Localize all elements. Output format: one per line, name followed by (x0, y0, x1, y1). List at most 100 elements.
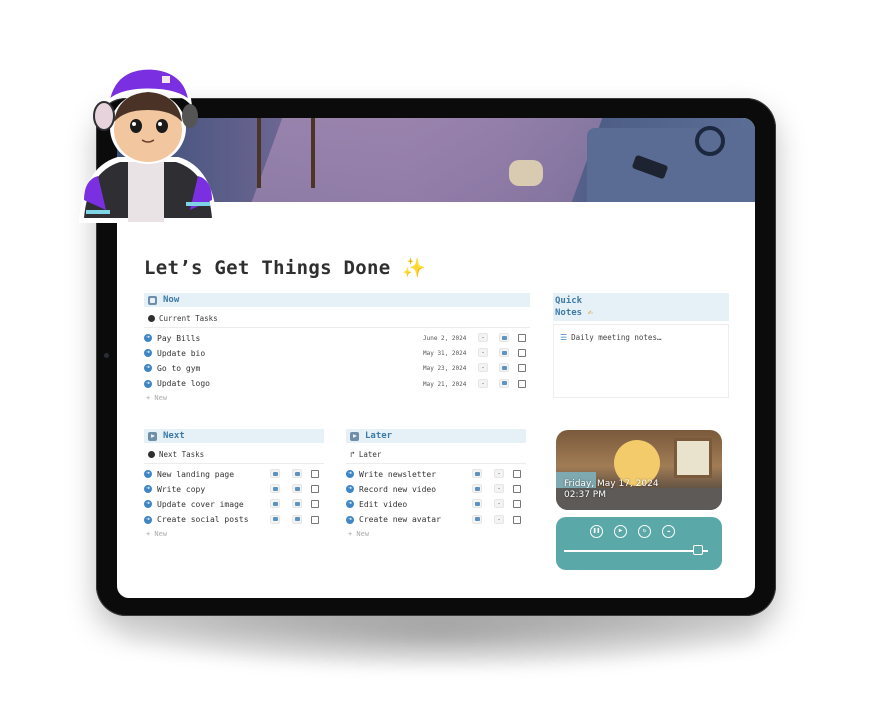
task-name[interactable]: Create social posts (157, 515, 249, 524)
task-status[interactable]: - (494, 469, 504, 478)
task-checkbox[interactable] (513, 485, 521, 494)
task-name[interactable]: New landing page (157, 470, 234, 479)
task-row[interactable]: ➜ Update bio May 31, 2024 - (144, 346, 530, 360)
task-name[interactable]: Update cover image (157, 500, 244, 509)
quick-note-item[interactable]: ☰ Daily meeting notes… (560, 333, 661, 342)
task-tag-icon[interactable] (472, 484, 482, 494)
new-task-button-now[interactable]: + New (146, 394, 167, 402)
task-tag-icon[interactable] (270, 484, 280, 494)
task-tag-icon[interactable] (472, 499, 482, 509)
arrow-right-circle-icon: ➜ (346, 500, 354, 509)
pause-icon[interactable]: ❚❚ (590, 525, 603, 538)
task-status[interactable]: - (478, 333, 488, 342)
task-row[interactable]: ➜ Go to gym May 23, 2024 - (144, 361, 530, 375)
task-name[interactable]: Write copy (157, 485, 205, 494)
task-row[interactable]: ➜ Create social posts (144, 513, 324, 527)
replay-icon[interactable]: ↻ (638, 525, 651, 538)
quick-notes-title-1: Quick (555, 296, 583, 306)
task-checkbox[interactable] (513, 515, 521, 524)
task-status[interactable]: - (478, 348, 488, 358)
task-checkbox[interactable] (311, 515, 319, 524)
task-tag-icon[interactable] (472, 469, 482, 478)
arrow-right-circle-icon: ➜ (144, 379, 152, 388)
arrow-right-circle-icon: ➜ (144, 470, 152, 478)
section-later-header[interactable]: Later (346, 429, 526, 443)
task-name[interactable]: Pay Bills (157, 334, 200, 343)
rain-sound-icon[interactable]: ☁ (662, 525, 675, 538)
section-later-title: Later (365, 431, 393, 441)
clock-readout: Friday, May 17, 2024 02:37 PM (564, 479, 659, 501)
task-status[interactable]: - (478, 378, 488, 388)
task-row[interactable]: ➜ Write newsletter - (346, 467, 526, 481)
task-checkbox[interactable] (311, 485, 319, 494)
task-row[interactable]: ➜ Pay Bills June 2, 2024 - (144, 331, 530, 345)
task-row[interactable]: ➜ Write copy (144, 482, 324, 496)
divider (144, 327, 530, 328)
task-row[interactable]: ➜ Update logo May 21, 2024 - (144, 377, 530, 391)
task-row[interactable]: ➜ Update cover image (144, 497, 324, 511)
task-row[interactable]: ➜ Edit video - (346, 497, 526, 511)
task-tag-icon[interactable] (499, 378, 509, 388)
cover-chair (257, 118, 315, 188)
task-tag-icon[interactable] (292, 469, 302, 478)
play-icon[interactable]: ▶ (614, 525, 627, 538)
divider (346, 463, 526, 464)
camera-dot (104, 353, 109, 358)
task-status[interactable]: - (478, 363, 488, 373)
task-status[interactable]: - (494, 499, 504, 509)
view-tab-label: Current Tasks (159, 314, 218, 323)
task-date: May 23, 2024 (423, 365, 467, 373)
task-row[interactable]: ➜ New landing page (144, 467, 324, 481)
section-next-title: Next (163, 431, 185, 441)
task-tag-icon[interactable] (292, 484, 302, 494)
task-name[interactable]: Update logo (157, 379, 210, 388)
task-name[interactable]: Edit video (359, 500, 407, 509)
task-checkbox[interactable] (518, 334, 526, 342)
task-checkbox[interactable] (311, 500, 319, 509)
task-status[interactable]: - (494, 514, 504, 524)
task-name[interactable]: Create new avatar (359, 515, 441, 524)
arrow-right-circle-icon: ➜ (144, 349, 152, 358)
progress-slider-thumb[interactable] (692, 545, 703, 555)
new-task-button-next[interactable]: + New (146, 530, 167, 538)
task-checkbox[interactable] (311, 470, 319, 478)
new-task-button-later[interactable]: + New (348, 530, 369, 538)
task-checkbox[interactable] (513, 500, 521, 509)
task-tag-icon[interactable] (270, 514, 280, 524)
task-name[interactable]: Update bio (157, 349, 205, 358)
task-tag-icon[interactable] (499, 333, 509, 342)
task-tag-icon[interactable] (292, 514, 302, 524)
arrow-right-circle-icon: ➜ (144, 334, 152, 342)
task-checkbox[interactable] (518, 364, 526, 373)
view-tab-label: Later (358, 450, 382, 459)
quick-notes-list: ☰ Daily meeting notes… (553, 324, 729, 398)
task-row[interactable]: ➜ Create new avatar - (346, 513, 526, 527)
quick-note-label: Daily meeting notes… (571, 333, 662, 342)
progress-slider-track[interactable] (564, 550, 708, 552)
task-checkbox[interactable] (513, 470, 521, 478)
view-tab-current-tasks[interactable]: Current Tasks (148, 314, 218, 323)
clock-icon (148, 315, 155, 322)
task-name[interactable]: Go to gym (157, 364, 200, 373)
task-name[interactable]: Record new video (359, 485, 436, 494)
view-tab-later[interactable]: ↱ Later (350, 450, 381, 459)
section-now-header[interactable]: Now (144, 293, 530, 307)
task-checkbox[interactable] (518, 349, 526, 358)
task-name[interactable]: Write newsletter (359, 470, 436, 479)
redo-arrow-icon: ↱ (350, 450, 355, 459)
task-tag-icon[interactable] (270, 469, 280, 478)
task-tag-icon[interactable] (472, 514, 482, 524)
view-tab-next-tasks[interactable]: Next Tasks (148, 450, 204, 459)
section-next-header[interactable]: Next (144, 429, 324, 443)
task-status[interactable]: - (494, 484, 504, 494)
cover-shoes (509, 160, 543, 186)
task-row[interactable]: ➜ Record new video - (346, 482, 526, 496)
cover-bed (587, 128, 755, 202)
task-tag-icon[interactable] (499, 348, 509, 358)
task-tag-icon[interactable] (499, 363, 509, 373)
task-checkbox[interactable] (518, 379, 526, 388)
task-tag-icon[interactable] (292, 499, 302, 509)
quick-notes-header: Quick Notes ✍ (553, 293, 729, 321)
view-tab-label: Next Tasks (159, 450, 205, 459)
task-tag-icon[interactable] (270, 499, 280, 509)
